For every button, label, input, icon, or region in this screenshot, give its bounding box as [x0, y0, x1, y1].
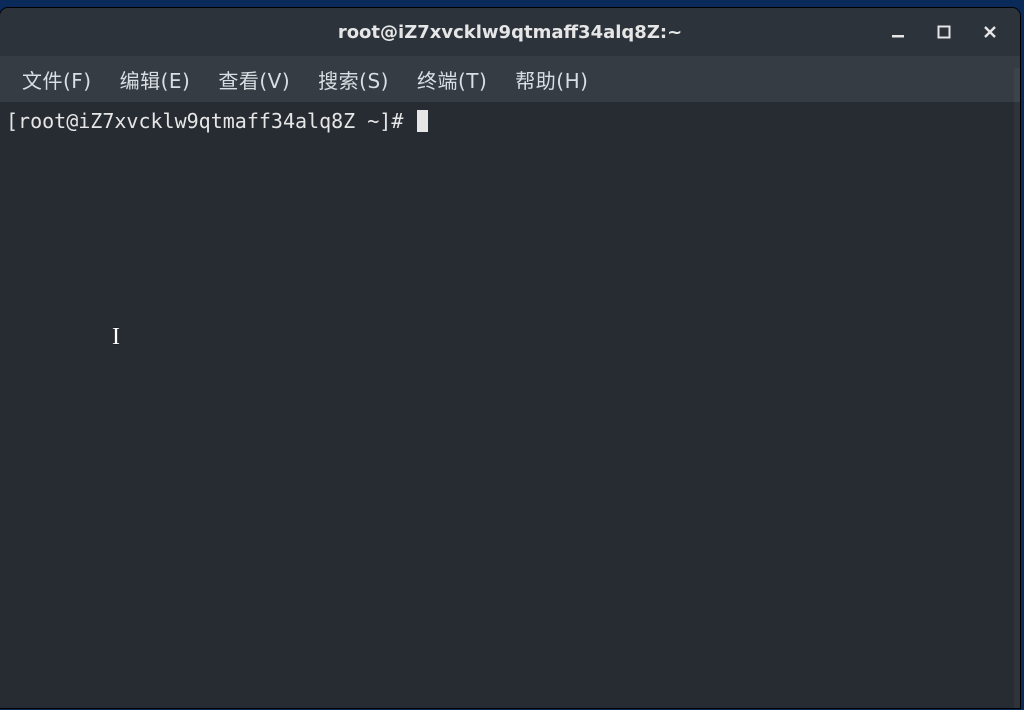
terminal-area[interactable]: [root@iZ7xvcklw9qtmaff34alq8Z ~]# I	[0, 102, 1020, 708]
menu-help[interactable]: 帮助(H)	[503, 61, 600, 98]
shell-prompt: [root@iZ7xvcklw9qtmaff34alq8Z ~]#	[6, 108, 415, 134]
window-controls	[888, 8, 1012, 56]
close-button[interactable]	[980, 22, 1000, 42]
menu-terminal[interactable]: 终端(T)	[405, 61, 499, 98]
menubar: 文件(F) 编辑(E) 查看(V) 搜索(S) 终端(T) 帮助(H)	[0, 56, 1020, 102]
window-title: root@iZ7xvcklw9qtmaff34alq8Z:~	[338, 22, 682, 43]
scrollbar[interactable]	[1014, 68, 1020, 708]
prompt-line: [root@iZ7xvcklw9qtmaff34alq8Z ~]#	[6, 108, 1014, 134]
menu-edit[interactable]: 编辑(E)	[108, 61, 203, 98]
block-cursor-icon	[417, 110, 428, 132]
terminal-window: root@iZ7xvcklw9qtmaff34alq8Z:~ 文件(F) 编辑(…	[0, 8, 1020, 708]
ibeam-cursor-icon: I	[112, 324, 120, 350]
menu-file[interactable]: 文件(F)	[10, 61, 104, 98]
minimize-button[interactable]	[888, 22, 908, 42]
menu-view[interactable]: 查看(V)	[206, 61, 302, 98]
titlebar[interactable]: root@iZ7xvcklw9qtmaff34alq8Z:~	[0, 8, 1020, 56]
maximize-button[interactable]	[934, 22, 954, 42]
menu-search[interactable]: 搜索(S)	[306, 61, 401, 98]
